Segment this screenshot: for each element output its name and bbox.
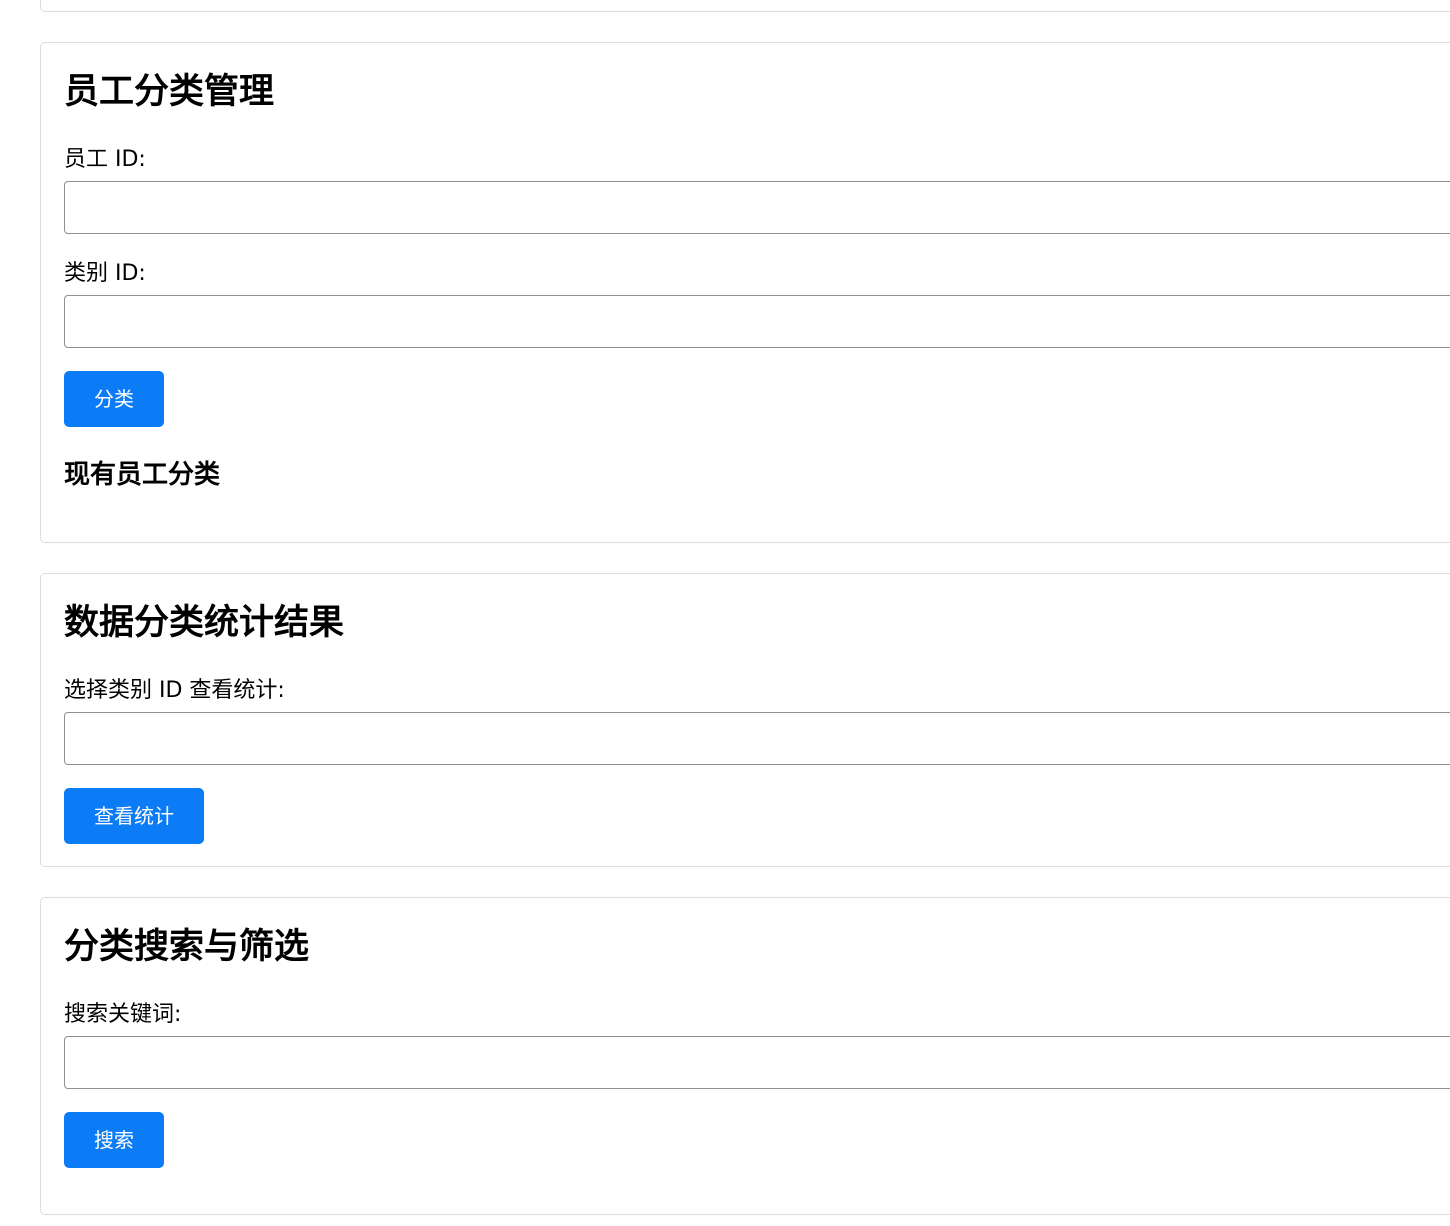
search-title: 分类搜索与筛选 bbox=[64, 927, 310, 967]
employee-classification-section: 员工分类管理 员工 ID: 类别 ID: 分类 现有员工分类 bbox=[40, 42, 1450, 543]
search-keyword-label: 搜索关键词: bbox=[64, 1002, 182, 1027]
stats-category-label: 选择类别 ID 查看统计: bbox=[64, 678, 285, 703]
classification-stats-section: 数据分类统计结果 选择类别 ID 查看统计: 查看统计 bbox=[40, 573, 1450, 867]
previous-section-card bbox=[40, 0, 1450, 12]
employee-id-label: 员工 ID: bbox=[64, 147, 146, 172]
search-keyword-input[interactable] bbox=[64, 1036, 1450, 1089]
view-stats-button[interactable]: 查看统计 bbox=[64, 788, 204, 844]
classify-button[interactable]: 分类 bbox=[64, 371, 164, 427]
employee-classification-title: 员工分类管理 bbox=[64, 72, 275, 112]
stats-title: 数据分类统计结果 bbox=[64, 603, 345, 643]
search-button[interactable]: 搜索 bbox=[64, 1112, 164, 1168]
existing-classifications-title: 现有员工分类 bbox=[64, 460, 221, 490]
category-id-label: 类别 ID: bbox=[64, 261, 146, 286]
page: 员工分类管理 员工 ID: 类别 ID: 分类 现有员工分类 数据分类统计结果 … bbox=[0, 0, 1450, 1226]
stats-category-input[interactable] bbox=[64, 712, 1450, 765]
employee-id-input[interactable] bbox=[64, 181, 1450, 234]
classification-search-section: 分类搜索与筛选 搜索关键词: 搜索 bbox=[40, 897, 1450, 1215]
category-id-input[interactable] bbox=[64, 295, 1450, 348]
